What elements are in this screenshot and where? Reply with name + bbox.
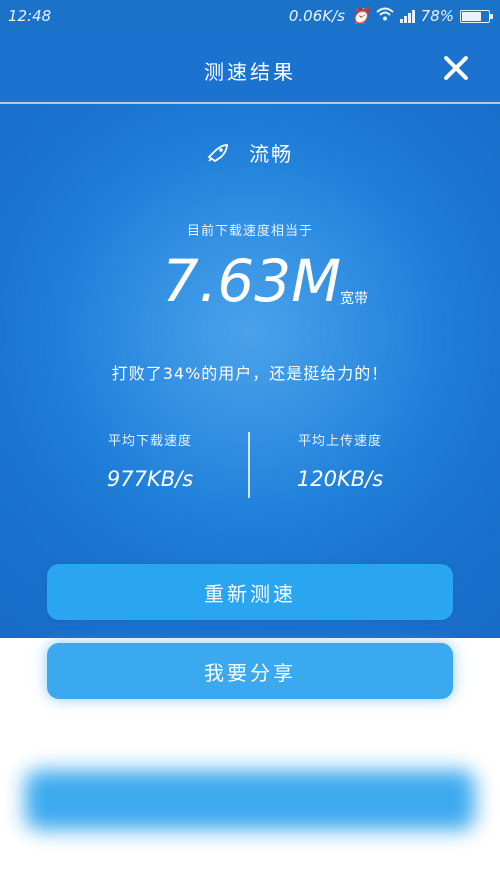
speed-value: 7.63M (162, 247, 342, 315)
status-bar: 12:48 0.06K/s ⏰ 78% (0, 0, 500, 32)
battery-percent: 78% (420, 7, 454, 25)
battery-fill (462, 11, 481, 21)
upload-stat: 平均上传速度 120KB/s (240, 430, 440, 491)
battery-icon (460, 9, 493, 23)
status-right: 0.06K/s ⏰ 78% (288, 7, 493, 25)
status-time: 12:48 (8, 7, 52, 25)
signal-icon (399, 9, 415, 23)
download-stat: 平均下载速度 977KB/s (50, 430, 250, 491)
speed-unit: 宽带 (340, 291, 368, 307)
blurred-button (25, 770, 475, 830)
download-label: 平均下载速度 (107, 434, 192, 449)
close-icon[interactable] (442, 54, 470, 82)
alarm-icon: ⏰ (350, 7, 370, 25)
status-text: 流畅 (249, 142, 294, 166)
retest-button[interactable]: 重新测速 (47, 564, 453, 620)
page-title: 测速结果 (204, 60, 296, 84)
wifi-icon (375, 7, 394, 25)
download-value: 977KB/s (106, 467, 194, 491)
connection-status: 流畅 (0, 138, 500, 168)
beat-message: 打败了34%的用户，还是挺给力的！ (111, 364, 389, 383)
share-button[interactable]: 我要分享 (47, 643, 453, 699)
net-speed: 0.06K/s (288, 7, 345, 25)
rocket-icon (207, 143, 229, 168)
header: 测速结果 (0, 32, 500, 104)
result-panel: 测速结果 流畅 目前下载速度相当于 7.63M 宽带 打败了34%的用户，还是挺… (0, 32, 500, 638)
speed-subtitle: 目前下载速度相当于 (186, 224, 313, 239)
upload-label: 平均上传速度 (297, 434, 382, 449)
upload-value: 120KB/s (296, 467, 384, 491)
